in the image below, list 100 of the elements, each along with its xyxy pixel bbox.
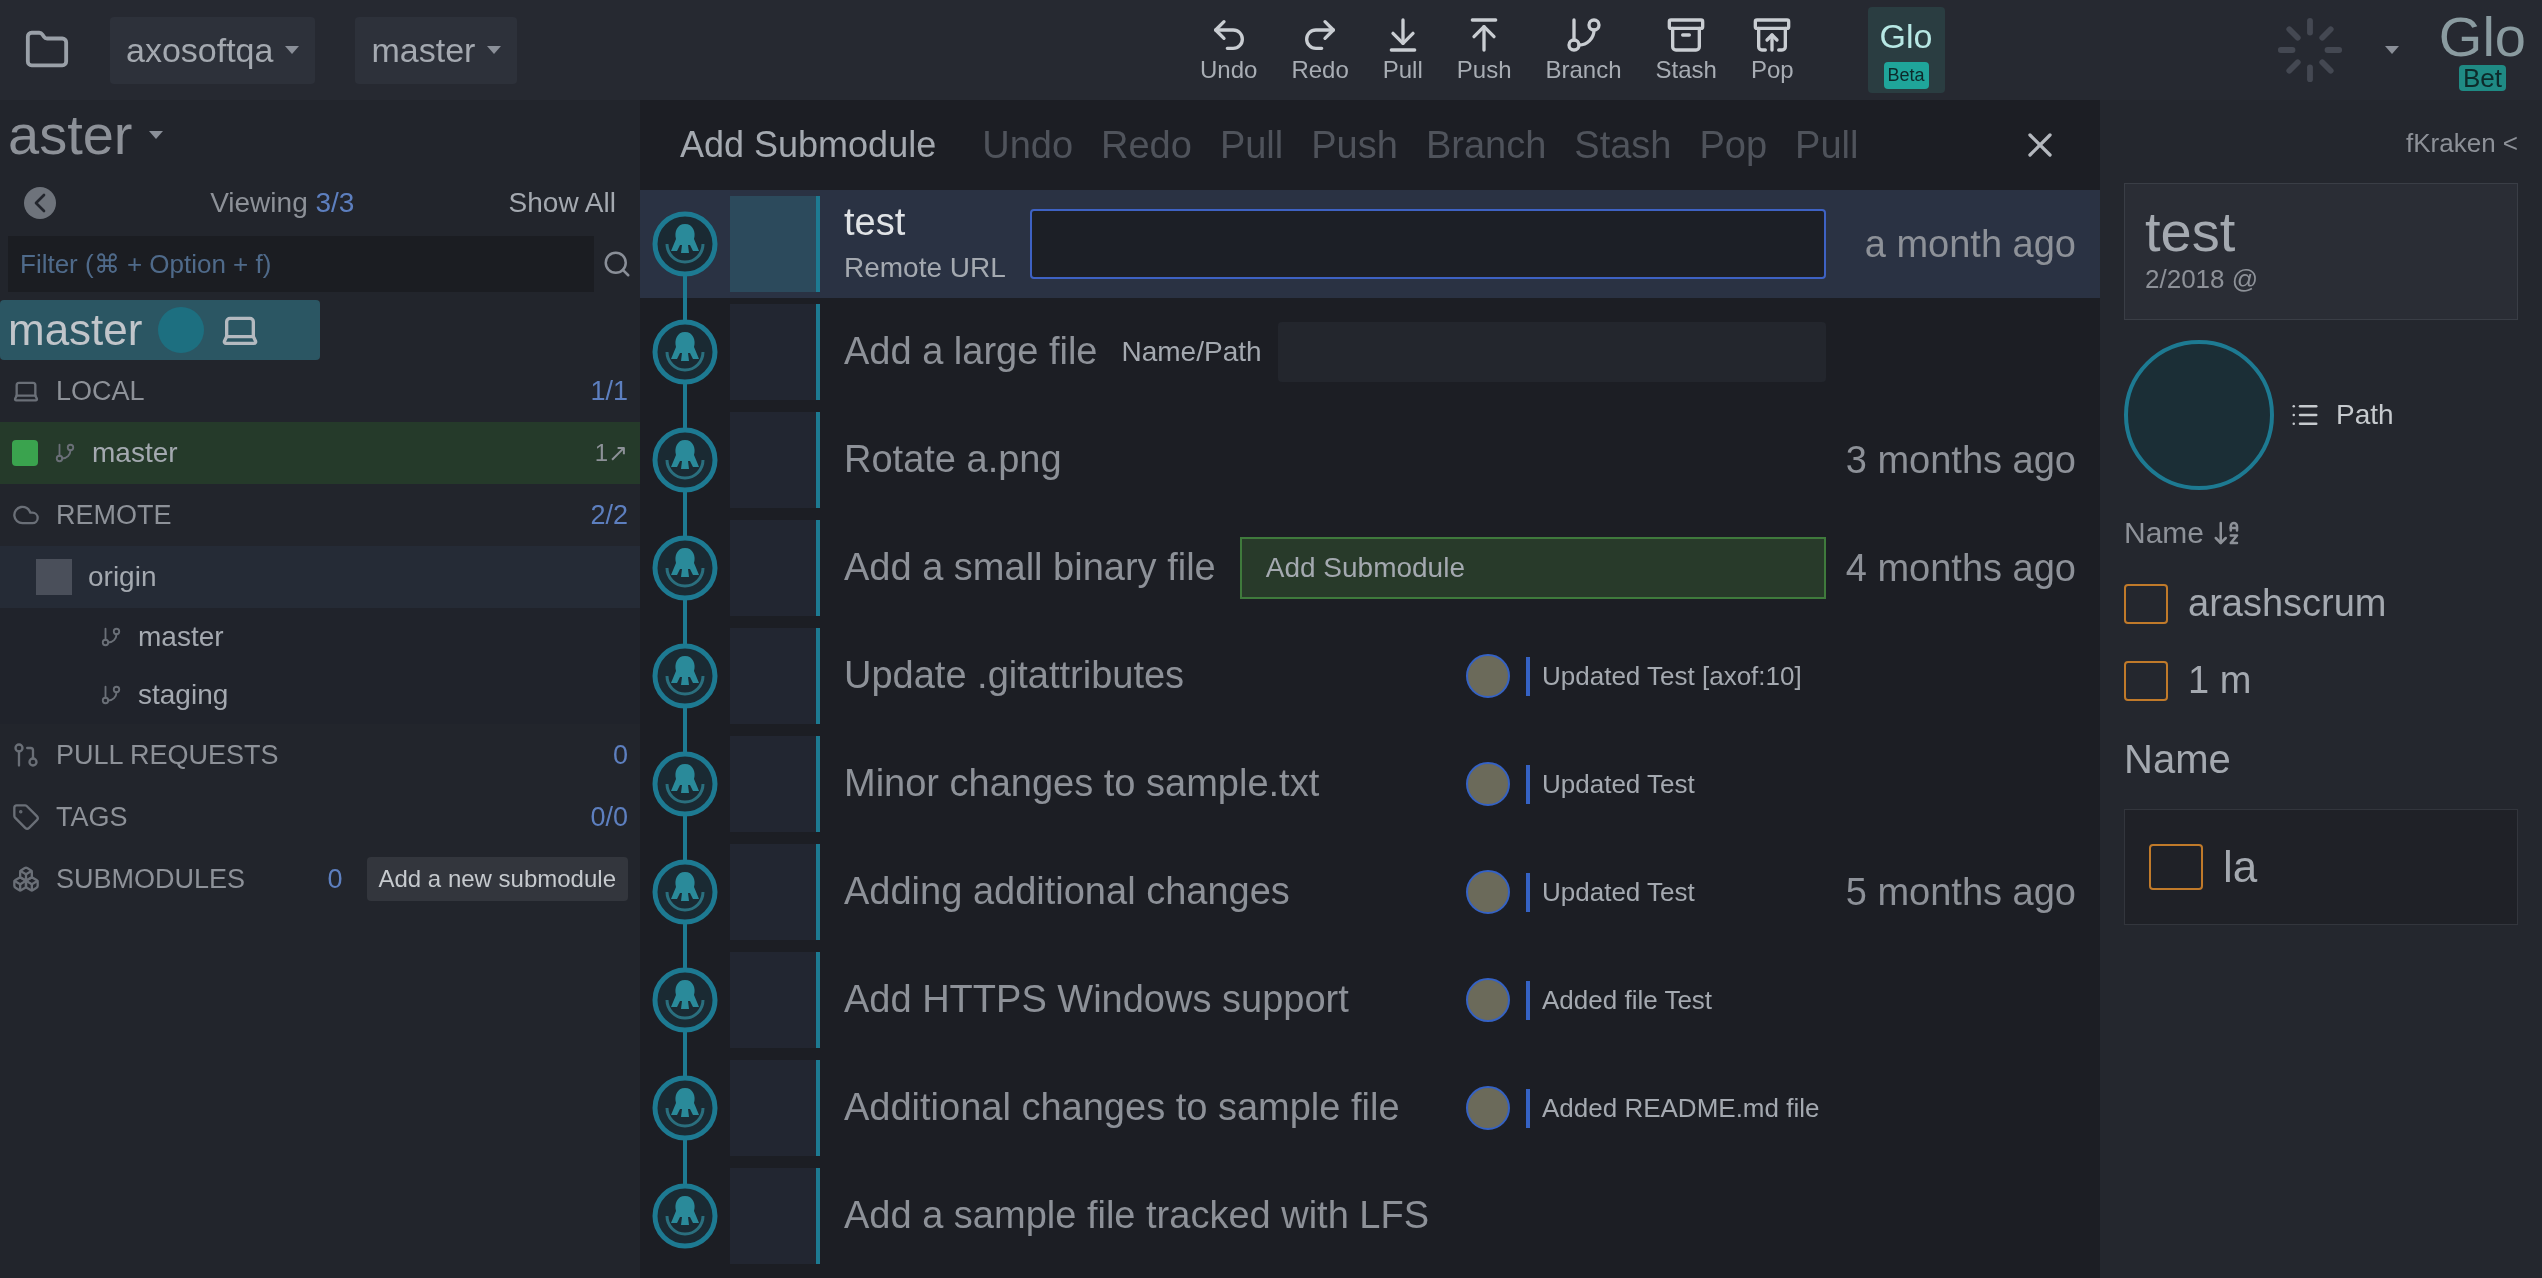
commit-row[interactable]: Additional changes to sample file Added README.md file xyxy=(640,1054,2100,1162)
commit-message: Minor changes to sample.txt xyxy=(844,761,1320,807)
section-count: 0/0 xyxy=(590,800,628,834)
commit-row[interactable]: Add a sample file tracked with LFS xyxy=(640,1162,2100,1270)
commit-row[interactable]: Update .gitattributes Updated Test [axof:10] xyxy=(640,622,2100,730)
commit-message: Added README.md file xyxy=(1526,1088,1820,1128)
branch-row[interactable]: master 1↗ xyxy=(0,422,640,484)
column-header: Name xyxy=(2124,736,2232,783)
search-icon xyxy=(602,249,632,279)
file-name[interactable]: arashscrum xyxy=(2188,575,2387,632)
collapse-icon[interactable] xyxy=(24,187,56,219)
branch-name: staging xyxy=(138,678,229,712)
commit-message: Updated Test [axof:10] xyxy=(1526,656,1802,696)
commit-message: Added file Test xyxy=(1526,980,1713,1020)
toolbar-button[interactable]: Pop xyxy=(1750,15,1794,85)
glo-button[interactable]: Glo Beta xyxy=(1867,7,1945,93)
branch-icon xyxy=(100,626,122,648)
commit-message: test xyxy=(844,200,907,246)
branch-name: master xyxy=(92,436,178,470)
stash-icon xyxy=(1666,15,1707,55)
commit-row[interactable]: Add a small binary file Add Submodule 4 months ago xyxy=(640,514,2100,622)
toolbar-button[interactable]: Pull xyxy=(1382,15,1423,85)
section-count: 0 xyxy=(327,862,343,896)
avatar-photo xyxy=(1466,1086,1510,1130)
avatar-photo xyxy=(36,559,72,595)
commit-row[interactable]: test Remote URL a month ago xyxy=(640,190,2100,298)
commit-message: Add a large file xyxy=(844,329,1098,375)
dialog-title: Add Submodule xyxy=(680,123,937,167)
commit-title: test xyxy=(2145,204,2237,260)
branch-icon xyxy=(54,442,76,464)
submodule-icon xyxy=(12,865,40,893)
beta-badge: Bet xyxy=(2458,65,2506,91)
field-label: Name/Path xyxy=(1121,335,1262,369)
section-header[interactable]: SUBMODULES xyxy=(56,858,246,900)
branch-name: master xyxy=(138,620,224,654)
submodule-icon xyxy=(2124,583,2168,624)
commit-message: Additional changes to sample file xyxy=(844,1085,1400,1131)
checkbox[interactable] xyxy=(12,440,38,466)
toolbar-button[interactable]: Undo xyxy=(1200,15,1258,85)
glo-button-large[interactable]: Glo Bet xyxy=(2438,9,2526,91)
author-label: fKraken < xyxy=(2405,127,2518,160)
toolbar-button[interactable]: Push xyxy=(1456,15,1512,85)
section-header[interactable]: TAGS xyxy=(56,796,128,838)
branch-row[interactable]: origin xyxy=(0,546,640,608)
commit-time: 3 months ago xyxy=(1845,438,2076,481)
tooltip: Add a new submodule xyxy=(366,857,628,901)
avatar-photo xyxy=(1466,870,1510,914)
commit-message: Updated Test xyxy=(1526,872,1695,912)
commit-row[interactable]: Rotate a.png 3 months ago xyxy=(640,406,2100,514)
commit-date: 2/2018 @ xyxy=(2145,263,2260,296)
avatar-photo xyxy=(1466,654,1510,698)
remote-url-field[interactable] xyxy=(1029,209,1826,279)
commit-row[interactable]: Add HTTPS Windows support Added file Test xyxy=(640,946,2100,1054)
commit-row[interactable]: Adding additional changes Updated Test 5 months ago xyxy=(640,838,2100,946)
commit-time: a month ago xyxy=(1864,222,2076,265)
file-name[interactable]: 1 m xyxy=(2188,652,2252,709)
branch-name: master xyxy=(8,308,143,352)
section-header[interactable]: LOCAL xyxy=(56,370,145,412)
branch-icon xyxy=(100,684,122,706)
commit-time: 5 months ago xyxy=(1845,870,2076,913)
caret-icon xyxy=(148,131,163,139)
filter-field[interactable]: Filter (⌘ + Option + f) xyxy=(8,236,594,292)
file-name[interactable]: la xyxy=(2223,834,2258,900)
repo-breadcrumb[interactable]: master xyxy=(355,16,518,84)
beta-badge: Beta xyxy=(1883,62,1929,89)
caret-icon xyxy=(487,46,502,54)
commit-row[interactable]: Add a large file Name/Path xyxy=(640,298,2100,406)
toolbar-button[interactable]: Branch xyxy=(1545,15,1622,85)
section-count: 1/1 xyxy=(590,374,628,408)
commit-time: 4 months ago xyxy=(1845,546,2076,589)
toolbar-button[interactable]: Redo xyxy=(1291,15,1349,85)
add-submodule-button[interactable]: Add Submodule xyxy=(1239,537,1826,599)
submodule-icon xyxy=(2149,844,2203,890)
section-header[interactable]: REMOTE xyxy=(56,494,172,536)
branch-title: aster xyxy=(8,107,133,163)
commit-row[interactable]: Minor changes to sample.txt Updated Test xyxy=(640,730,2100,838)
show-all-link[interactable]: Show All xyxy=(508,182,616,224)
commit-message: Add a sample file tracked with LFS xyxy=(844,1193,1430,1239)
avatar-photo xyxy=(1466,762,1510,806)
avatar-icon xyxy=(158,307,205,353)
commit-message: Add a small binary file xyxy=(844,545,1216,591)
section-count: 2/2 xyxy=(590,498,628,532)
commit-message: Add HTTPS Windows support xyxy=(844,977,1349,1023)
section-header[interactable]: PULL REQUESTS xyxy=(56,734,279,776)
sort-label[interactable]: Name xyxy=(2124,510,2205,555)
commit-message: Adding additional changes xyxy=(844,869,1290,915)
commit-message: Update .gitattributes xyxy=(844,653,1185,699)
caret-icon xyxy=(2384,46,2399,54)
section-count: 0 xyxy=(612,738,628,772)
commit-message: Updated Test xyxy=(1526,764,1695,804)
path-toggle[interactable]: Path xyxy=(2336,394,2394,436)
pull-request-icon xyxy=(12,741,40,769)
branch-name: origin xyxy=(88,560,157,594)
submodule-icon xyxy=(2124,660,2168,701)
field-label: Remote URL xyxy=(844,250,1006,285)
repo-breadcrumb[interactable]: axosoftqa xyxy=(110,16,316,84)
commit-message: Rotate a.png xyxy=(844,437,1062,483)
toolbar-button[interactable]: Stash xyxy=(1655,15,1717,85)
tag-icon xyxy=(12,803,40,831)
caret-icon xyxy=(285,46,300,54)
